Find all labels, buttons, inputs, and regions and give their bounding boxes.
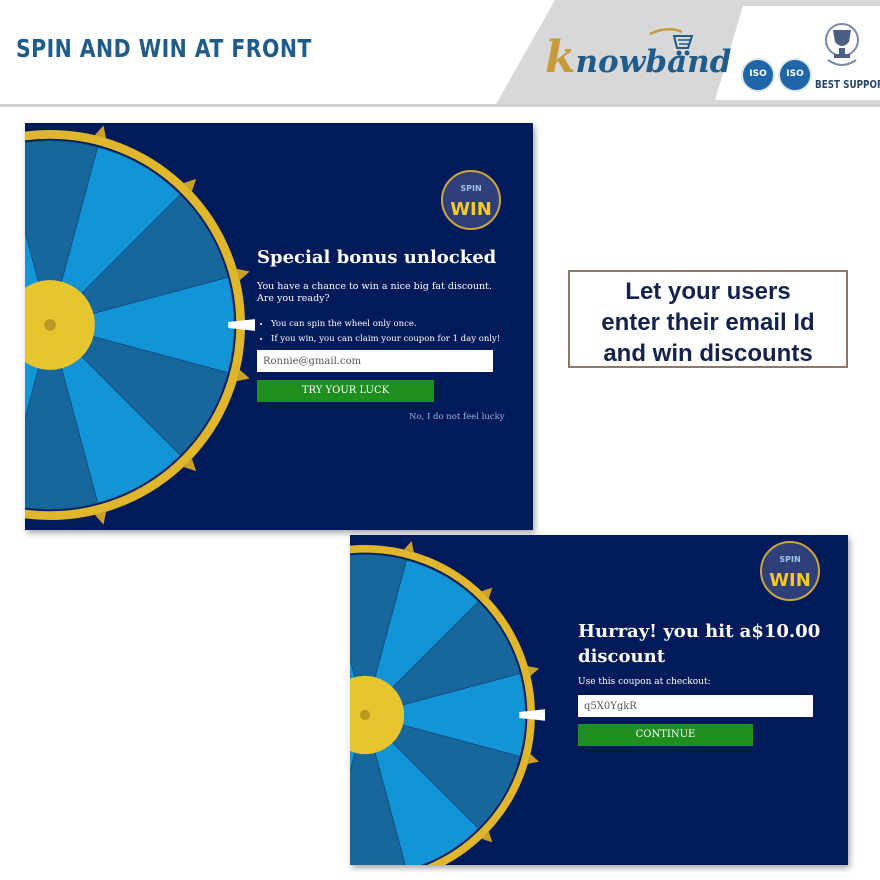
callout-line: enter their email Id xyxy=(601,309,815,336)
wheel-pointer-knob xyxy=(254,320,255,330)
list-item: You can spin the wheel only once. xyxy=(271,317,531,332)
page-title: SPIN AND WIN AT FRONT xyxy=(16,34,312,63)
continue-button[interactable]: CONTINUE xyxy=(578,724,753,746)
spin-popup-result: SPIN WIN Hurray! you hit a$10.00 discoun… xyxy=(350,535,848,865)
spin-wheel xyxy=(25,125,255,525)
callout-line: Let your users xyxy=(625,278,791,305)
spin-popup-signup: SPIN WIN Special bonus unlocked You have… xyxy=(25,123,533,530)
knowband-logo: knowband xyxy=(545,32,731,83)
header-divider xyxy=(0,104,880,107)
try-your-luck-button[interactable]: TRY YOUR LUCK xyxy=(257,380,434,402)
trophy-icon xyxy=(825,23,859,66)
spin-wheel xyxy=(350,540,545,865)
popup-description: You have a chance to win a nice big fat … xyxy=(257,281,492,304)
wheel-hub-dot xyxy=(359,709,371,721)
coupon-label: Use this coupon at checkout: xyxy=(578,677,711,687)
spin-win-logo: SPIN WIN xyxy=(760,541,820,601)
wheel-hub-dot xyxy=(44,319,56,331)
rules-list: You can spin the wheel only once. If you… xyxy=(257,317,531,347)
logo-initial: k xyxy=(545,32,576,83)
popup-heading: Special bonus unlocked xyxy=(257,247,497,268)
spin-win-logo: SPIN WIN xyxy=(441,170,501,230)
list-item: If you win, you can claim your coupon fo… xyxy=(271,332,531,347)
coupon-code-field[interactable] xyxy=(578,695,813,717)
callout-line: and win discounts xyxy=(603,340,813,367)
cart-icon xyxy=(649,28,694,56)
email-field[interactable] xyxy=(257,350,493,372)
decline-link[interactable]: No, I do not feel lucky xyxy=(409,412,505,422)
iso-badge-icon: ISO xyxy=(741,58,775,92)
header-banner: SPIN AND WIN AT FRONT knowband ISO ISO B… xyxy=(0,0,880,107)
best-support-label: BEST SUPPORT xyxy=(815,78,880,91)
iso-badge-icon: ISO xyxy=(778,58,812,92)
feature-callout: Let your users enter their email Id and … xyxy=(568,270,848,368)
result-heading: Hurray! you hit a$10.00 discount xyxy=(578,621,821,667)
